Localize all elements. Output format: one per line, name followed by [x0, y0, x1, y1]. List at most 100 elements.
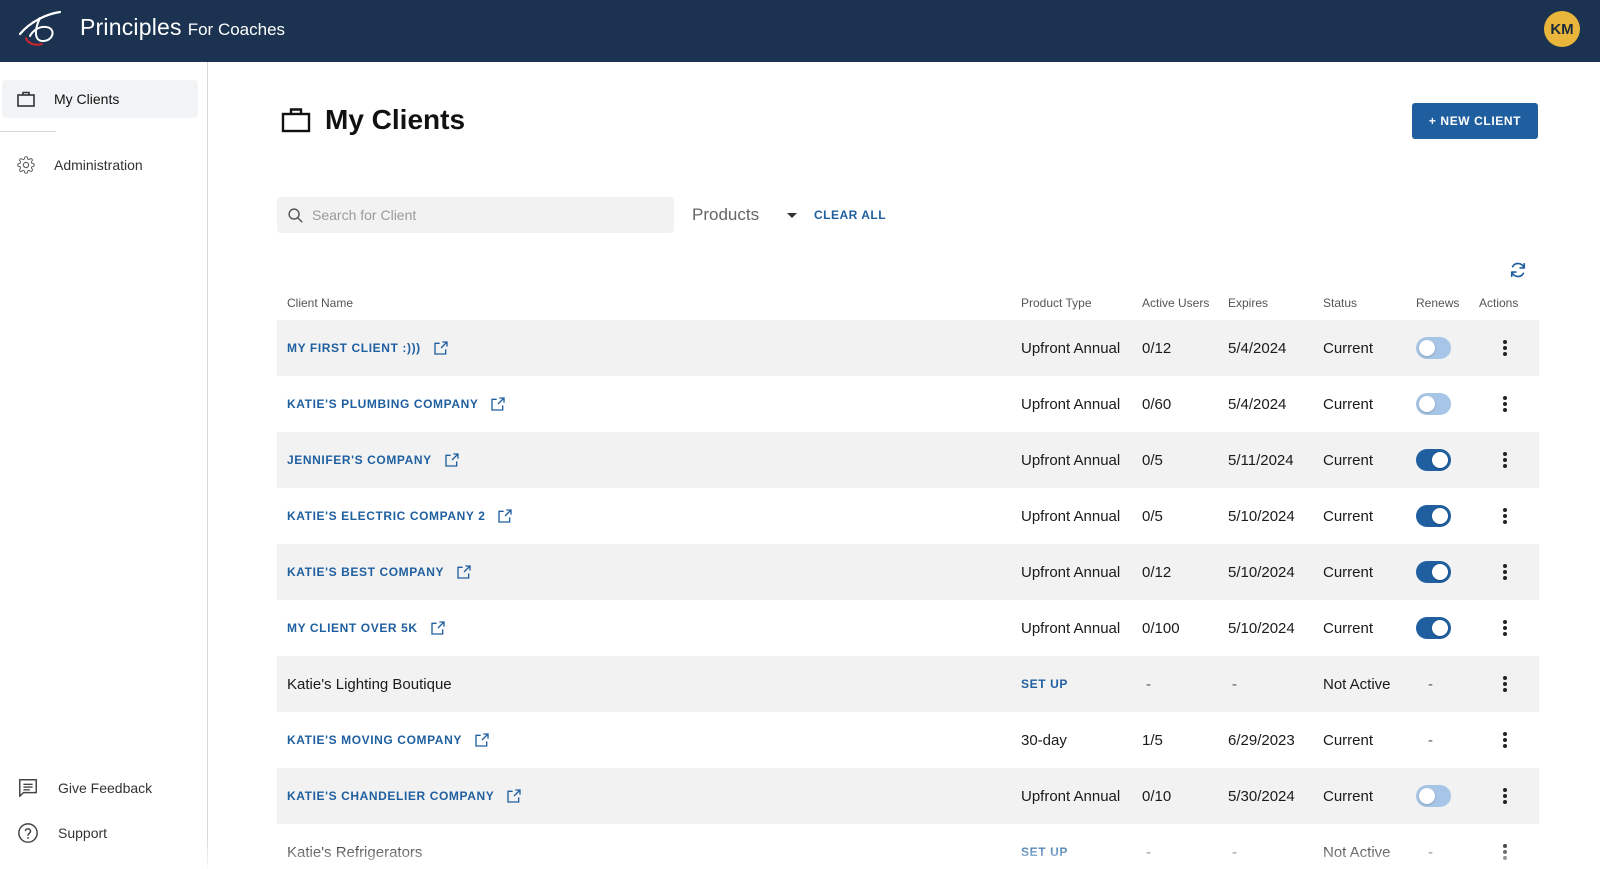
status-cell: Current	[1323, 768, 1373, 824]
more-actions-icon[interactable]	[1503, 508, 1507, 524]
column-header-product-type[interactable]: Product Type	[1021, 296, 1092, 310]
external-link-icon[interactable]	[456, 564, 472, 580]
help-circle-icon	[16, 821, 40, 845]
product-type-cell: Upfront Annual	[1021, 488, 1120, 544]
refresh-icon[interactable]	[1508, 260, 1528, 280]
table-row: MY CLIENT OVER 5K Upfront Annual 0/100 5/10…	[277, 600, 1539, 656]
brand-title[interactable]: Principles For Coaches	[80, 14, 285, 41]
client-name-link[interactable]: KATIE'S ELECTRIC COMPANY 2	[287, 509, 485, 523]
search-input[interactable]	[312, 207, 652, 223]
active-users-cell: 0/5	[1142, 488, 1163, 544]
avatar[interactable]: KM	[1544, 11, 1580, 47]
external-link-icon[interactable]	[433, 340, 449, 356]
active-users-cell: 0/60	[1142, 376, 1171, 432]
table-row: KATIE'S MOVING COMPANY 30-day 1/5 6/29/2023…	[277, 712, 1539, 768]
column-header-status[interactable]: Status	[1323, 296, 1357, 310]
renews-toggle[interactable]	[1416, 393, 1451, 415]
client-name-cell: Katie's Lighting Boutique	[287, 656, 452, 712]
renews-cell	[1416, 432, 1451, 488]
status-cell: Not Active	[1323, 656, 1391, 712]
more-actions-icon[interactable]	[1503, 620, 1507, 636]
client-name-link[interactable]: MY CLIENT OVER 5K	[287, 621, 418, 635]
renews-toggle[interactable]	[1416, 785, 1451, 807]
renews-toggle[interactable]	[1416, 449, 1451, 471]
client-name-link[interactable]: KATIE'S CHANDELIER COMPANY	[287, 789, 494, 803]
sidebar-item-my-clients[interactable]: My Clients	[2, 80, 198, 118]
page-title-text: My Clients	[325, 104, 466, 135]
active-users-cell: -	[1142, 656, 1151, 712]
client-name-link[interactable]: MY FIRST CLIENT :)))	[287, 341, 421, 355]
table-row: KATIE'S CHANDELIER COMPANY Upfront Annual…	[277, 768, 1539, 824]
actions-cell	[1495, 320, 1515, 376]
more-actions-icon[interactable]	[1503, 340, 1507, 356]
product-type-text: Upfront Annual	[1021, 787, 1121, 805]
toggle-knob	[1432, 564, 1448, 580]
more-actions-icon[interactable]	[1503, 564, 1507, 580]
status-cell: Current	[1323, 320, 1373, 376]
expires-cell: 5/10/2024	[1228, 544, 1295, 600]
client-name-cell: KATIE'S ELECTRIC COMPANY 2	[287, 488, 513, 544]
toggle-knob	[1419, 788, 1435, 804]
expires-text: 5/10/2024	[1228, 563, 1295, 581]
column-header-active-users[interactable]: Active Users	[1142, 296, 1209, 310]
status-text: Current	[1323, 731, 1374, 749]
toggle-knob	[1432, 620, 1448, 636]
client-name-link[interactable]: JENNIFER'S COMPANY	[287, 453, 432, 467]
product-type-text: Upfront Annual	[1021, 451, 1121, 469]
actions-cell	[1495, 712, 1515, 768]
external-link-icon[interactable]	[490, 396, 506, 412]
column-header-renews[interactable]: Renews	[1416, 296, 1459, 310]
actions-cell	[1495, 824, 1515, 869]
product-type-cell: Upfront Annual	[1021, 544, 1120, 600]
column-header-client-name[interactable]: Client Name	[287, 296, 353, 310]
actions-cell	[1495, 376, 1515, 432]
expires-text: 6/29/2023	[1228, 731, 1295, 749]
more-actions-icon[interactable]	[1503, 676, 1507, 692]
more-actions-icon[interactable]	[1503, 844, 1507, 860]
client-name-link[interactable]: KATIE'S BEST COMPANY	[287, 565, 444, 579]
renews-toggle[interactable]	[1416, 561, 1451, 583]
search-box[interactable]	[277, 197, 674, 233]
product-type-cell: SET UP	[1021, 824, 1068, 869]
set-up-link[interactable]: SET UP	[1021, 845, 1068, 859]
new-client-button[interactable]: + NEW CLIENT	[1412, 103, 1538, 139]
status-text: Current	[1323, 787, 1374, 805]
expires-cell: 5/4/2024	[1228, 320, 1286, 376]
column-header-expires[interactable]: Expires	[1228, 296, 1268, 310]
more-actions-icon[interactable]	[1503, 452, 1507, 468]
expires-cell: -	[1228, 824, 1237, 869]
set-up-link[interactable]: SET UP	[1021, 677, 1068, 691]
product-type-cell: Upfront Annual	[1021, 376, 1120, 432]
products-dropdown[interactable]: Products	[692, 205, 798, 225]
caret-down-icon	[787, 212, 798, 218]
client-name-link[interactable]: KATIE'S MOVING COMPANY	[287, 733, 462, 747]
sidebar-item-administration[interactable]: Administration	[2, 146, 198, 184]
sidebar-item-give-feedback[interactable]: Give Feedback	[16, 776, 152, 800]
client-name-text: Katie's Lighting Boutique	[287, 675, 452, 693]
product-type-cell: Upfront Annual	[1021, 432, 1120, 488]
external-link-icon[interactable]	[497, 508, 513, 524]
external-link-icon[interactable]	[430, 620, 446, 636]
client-name-link[interactable]: KATIE'S PLUMBING COMPANY	[287, 397, 478, 411]
renews-cell	[1416, 320, 1451, 376]
external-link-icon[interactable]	[444, 452, 460, 468]
renews-toggle[interactable]	[1416, 505, 1451, 527]
active-users-text: 1/5	[1142, 731, 1163, 749]
logo-icon[interactable]	[16, 8, 64, 48]
renews-toggle[interactable]	[1416, 617, 1451, 639]
more-actions-icon[interactable]	[1503, 732, 1507, 748]
actions-cell	[1495, 488, 1515, 544]
expires-cell: -	[1228, 656, 1237, 712]
client-name-cell: KATIE'S MOVING COMPANY	[287, 712, 490, 768]
renews-cell	[1416, 376, 1451, 432]
sidebar-item-support[interactable]: Support	[16, 821, 107, 845]
clear-all-button[interactable]: CLEAR ALL	[814, 208, 886, 222]
table-row: Katie's Lighting Boutique SET UP - - Not Act…	[277, 656, 1539, 712]
external-link-icon[interactable]	[506, 788, 522, 804]
status-cell: Current	[1323, 432, 1373, 488]
more-actions-icon[interactable]	[1503, 788, 1507, 804]
more-actions-icon[interactable]	[1503, 396, 1507, 412]
external-link-icon[interactable]	[474, 732, 490, 748]
renews-toggle[interactable]	[1416, 337, 1451, 359]
active-users-text: 0/12	[1142, 339, 1172, 357]
